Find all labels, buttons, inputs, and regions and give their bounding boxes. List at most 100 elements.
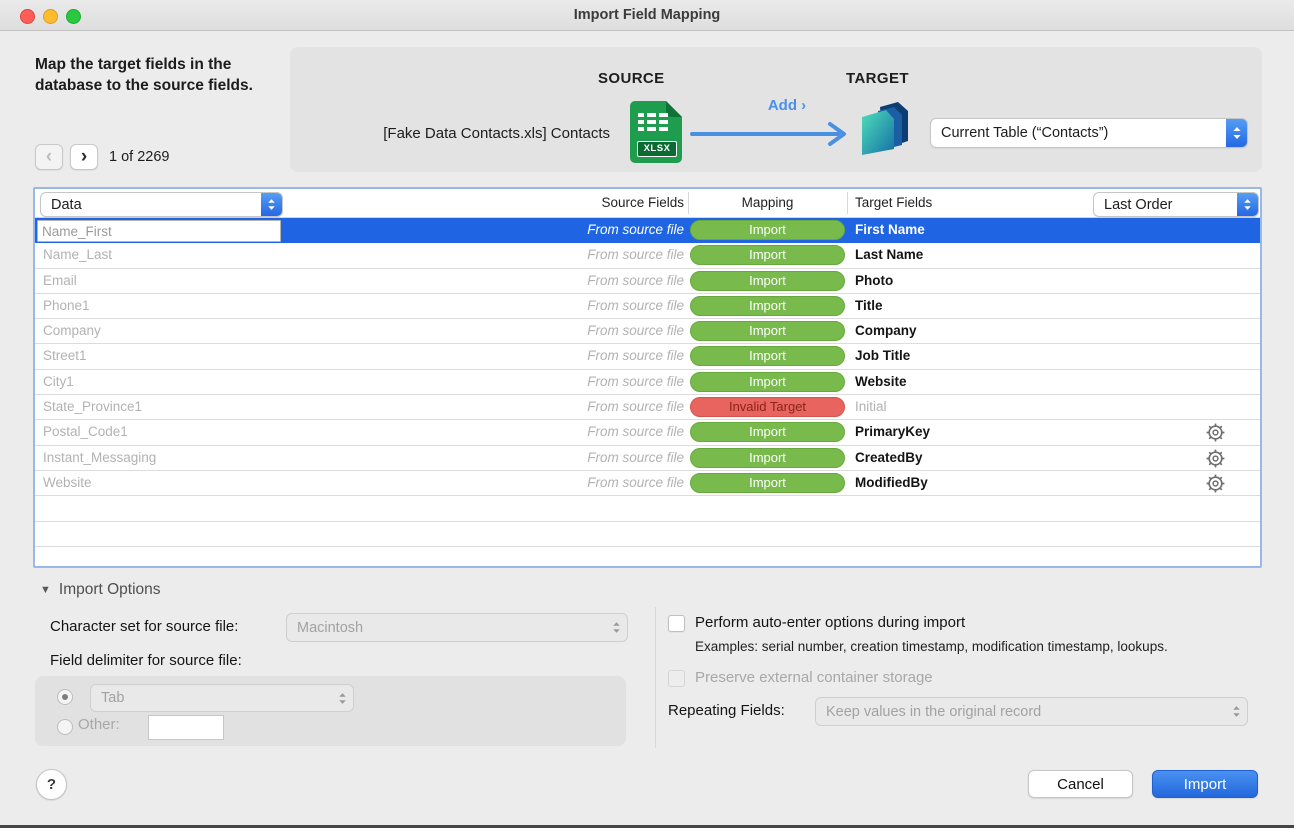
table-row[interactable]: Company From source file Import Company — [35, 319, 1260, 344]
source-origin-label: From source file — [587, 319, 684, 343]
source-target-panel: SOURCE TARGET [Fake Data Contacts.xls] C… — [290, 47, 1262, 172]
delimiter-panel: Tab Other: — [35, 676, 626, 746]
column-header-mapping: Mapping — [690, 189, 845, 217]
other-label: Other: — [78, 716, 120, 733]
table-row-empty[interactable] — [35, 522, 1260, 547]
source-origin-label: From source file — [587, 370, 684, 394]
auto-enter-checkbox[interactable] — [668, 615, 685, 632]
source-origin-label: From source file — [587, 395, 684, 419]
table-row[interactable]: Postal_Code1 From source file Import Pri… — [35, 420, 1260, 445]
target-heading: TARGET — [846, 70, 909, 87]
xlsx-badge-label: XLSX — [637, 141, 677, 157]
column-divider — [688, 192, 689, 214]
auto-enter-label: Perform auto-enter options during import — [695, 614, 965, 631]
table-row-empty[interactable] — [35, 547, 1260, 572]
import-field-mapping-dialog: Import Field Mapping Map the target fiel… — [0, 0, 1294, 828]
tab-delimiter-value: Tab — [91, 690, 331, 706]
table-row[interactable]: Street1 From source file Import Job Titl… — [35, 344, 1260, 369]
target-field-name: Job Title — [855, 344, 910, 368]
window-title: Import Field Mapping — [0, 0, 1294, 30]
source-file-label: [Fake Data Contacts.xls] Contacts — [383, 125, 610, 142]
mapping-badge[interactable]: Import — [690, 321, 845, 341]
previous-record-button[interactable]: ‹ — [35, 144, 63, 170]
import-button[interactable]: Import — [1152, 770, 1258, 798]
window-titlebar: Import Field Mapping — [0, 0, 1294, 31]
charset-label: Character set for source file: — [50, 618, 238, 635]
target-field-name: Company — [855, 319, 917, 343]
source-field-name: Email — [43, 269, 77, 293]
tab-radio[interactable] — [57, 689, 73, 705]
instructions-text: Map the target fields in the database to… — [35, 54, 273, 97]
gear-icon[interactable] — [1205, 473, 1226, 494]
stepper-chevrons-icon — [331, 691, 353, 706]
source-origin-label: From source file — [587, 344, 684, 368]
other-radio[interactable] — [57, 719, 73, 735]
table-row-selected[interactable]: From source file Import First Name — [35, 218, 1260, 243]
stepper-chevrons-icon — [261, 193, 282, 216]
charset-select: Macintosh — [286, 613, 628, 642]
mapping-badge[interactable]: Import — [690, 220, 845, 240]
source-field-input[interactable] — [37, 220, 281, 242]
column-divider — [847, 192, 848, 214]
data-view-value: Data — [41, 197, 261, 213]
data-view-select[interactable]: Data — [40, 192, 283, 217]
source-field-name: State_Province1 — [43, 395, 142, 419]
target-field-name: Last Name — [855, 243, 923, 267]
source-field-name: Street1 — [43, 344, 87, 368]
import-options-disclosure[interactable]: ▼ Import Options — [40, 581, 161, 599]
mapping-badge[interactable]: Import — [690, 372, 845, 392]
target-field-name: ModifiedBy — [855, 471, 928, 495]
table-row[interactable]: Phone1 From source file Import Title — [35, 294, 1260, 319]
mapping-badge[interactable]: Import — [690, 346, 845, 366]
table-header: Data Source Fields Mapping Target Fields… — [35, 189, 1260, 218]
target-field-name: Title — [855, 294, 883, 318]
target-field-name: First Name — [855, 218, 925, 242]
mapping-badge[interactable]: Import — [690, 271, 845, 291]
target-field-name: CreatedBy — [855, 446, 923, 470]
next-record-button[interactable]: › — [70, 144, 98, 170]
source-origin-label: From source file — [587, 243, 684, 267]
source-field-name: Name_Last — [43, 243, 112, 267]
add-mapping-label[interactable]: Add › — [742, 97, 832, 114]
table-row[interactable]: City1 From source file Import Website — [35, 370, 1260, 395]
repeating-fields-select: Keep values in the original record — [815, 697, 1248, 726]
mapping-badge[interactable]: Import — [690, 245, 845, 265]
help-icon: ? — [47, 776, 56, 793]
mapping-badge[interactable]: Import — [690, 422, 845, 442]
column-header-target-fields: Target Fields — [855, 189, 932, 217]
record-pager: ‹ › 1 of 2269 — [35, 144, 169, 170]
table-row[interactable]: State_Province1 From source file Invalid… — [35, 395, 1260, 420]
help-button[interactable]: ? — [36, 769, 67, 800]
repeating-fields-label: Repeating Fields: — [668, 702, 785, 719]
source-origin-label: From source file — [587, 294, 684, 318]
gear-icon[interactable] — [1205, 448, 1226, 469]
record-position-label: 1 of 2269 — [109, 149, 169, 165]
source-heading: SOURCE — [598, 70, 665, 87]
source-origin-label: From source file — [587, 471, 684, 495]
import-options-label: Import Options — [59, 581, 161, 599]
filemaker-folder-icon — [856, 99, 914, 161]
target-field-name: Website — [855, 370, 907, 394]
repeating-fields-value: Keep values in the original record — [816, 704, 1225, 720]
mapping-badge-invalid[interactable]: Invalid Target — [690, 397, 845, 417]
target-table-value: Current Table (“Contacts”) — [931, 125, 1226, 141]
table-row[interactable]: Name_Last From source file Import Last N… — [35, 243, 1260, 268]
table-row[interactable]: Email From source file Import Photo — [35, 269, 1260, 294]
table-row[interactable]: Instant_Messaging From source file Impor… — [35, 446, 1260, 471]
preserve-container-label: Preserve external container storage — [695, 669, 933, 686]
table-row-empty[interactable] — [35, 496, 1260, 521]
mapping-badge[interactable]: Import — [690, 473, 845, 493]
gear-icon[interactable] — [1205, 422, 1226, 443]
source-field-name: Instant_Messaging — [43, 446, 156, 470]
source-field-name: Company — [43, 319, 101, 343]
field-order-select[interactable]: Last Order — [1093, 192, 1259, 217]
target-table-select[interactable]: Current Table (“Contacts”) — [930, 118, 1248, 148]
charset-value: Macintosh — [287, 620, 605, 636]
auto-enter-examples: Examples: serial number, creation timest… — [695, 639, 1168, 654]
cancel-button[interactable]: Cancel — [1028, 770, 1133, 798]
other-delimiter-input[interactable] — [148, 715, 224, 740]
mapping-badge[interactable]: Import — [690, 448, 845, 468]
mapping-badge[interactable]: Import — [690, 296, 845, 316]
table-row[interactable]: Website From source file Import Modified… — [35, 471, 1260, 496]
target-field-name: Initial — [855, 395, 887, 419]
